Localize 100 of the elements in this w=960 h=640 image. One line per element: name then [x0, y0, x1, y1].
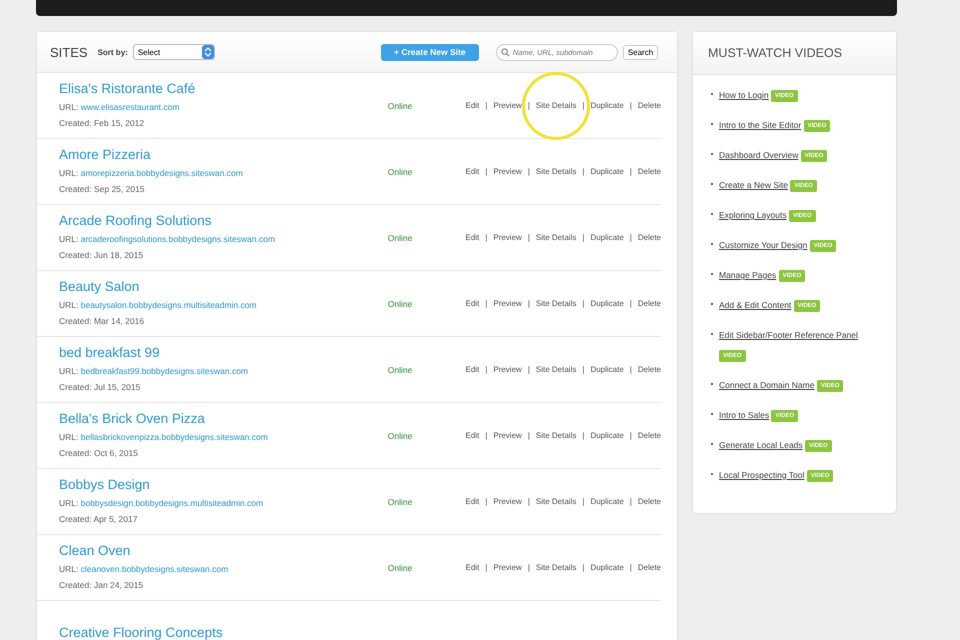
- separator: |: [528, 563, 530, 572]
- row-action-link[interactable]: Edit: [465, 563, 480, 572]
- site-url: URL: bedbreakfast99.bobbydesigns.siteswan.com: [59, 364, 250, 378]
- created-date: Created: Sep 25, 2015: [59, 182, 146, 196]
- row-action-link[interactable]: Site Details: [536, 167, 576, 176]
- video-link[interactable]: Intro to the Site Editor: [719, 120, 802, 130]
- row-action-link[interactable]: Edit: [465, 101, 480, 110]
- row-action-link[interactable]: Edit: [465, 233, 480, 242]
- separator: |: [582, 299, 584, 308]
- site-url: URL: bobbysdesign.bobbydesigns.multisiteadmin.com: [59, 496, 264, 510]
- row-action-link[interactable]: Delete: [638, 233, 661, 242]
- row-action-link[interactable]: Duplicate: [590, 233, 624, 242]
- row-action-link[interactable]: Edit: [465, 431, 480, 440]
- search-icon: [500, 48, 510, 56]
- status-text: Online: [388, 562, 414, 572]
- row-action-link[interactable]: Duplicate: [590, 299, 624, 308]
- status-text: Online: [388, 100, 414, 110]
- separator: |: [528, 365, 530, 374]
- separator: |: [630, 431, 632, 440]
- site-url: URL: beautysalon.bobbydesigns.multisiteadmin.com: [59, 298, 258, 312]
- created-date: Created: Jul 15, 2015: [59, 380, 142, 394]
- row-action-link[interactable]: Delete: [638, 365, 661, 374]
- row-action-link[interactable]: Delete: [638, 497, 661, 506]
- sort-label: Sort by:: [98, 48, 128, 56]
- separator: |: [528, 167, 530, 176]
- row-action-link[interactable]: Duplicate: [590, 497, 624, 506]
- created-date: Created: Oct 6, 2015: [59, 446, 139, 460]
- separator: |: [630, 365, 632, 374]
- video-link[interactable]: Add & Edit Content: [719, 300, 792, 310]
- row-action-link[interactable]: Site Details: [536, 497, 576, 506]
- video-link[interactable]: Dashboard Overview: [719, 150, 798, 160]
- separator: |: [485, 167, 488, 176]
- site-url: URL: bellasbrickovenpizza.bobbydesigns.siteswan.com: [59, 430, 269, 444]
- status-text: Online: [388, 496, 414, 506]
- row-action-link[interactable]: Duplicate: [590, 431, 624, 440]
- row-action-link[interactable]: Delete: [638, 431, 661, 440]
- row-action-link[interactable]: Site Details: [536, 365, 576, 374]
- video-link[interactable]: Create a New Site: [719, 180, 788, 190]
- created-date: Created: Feb 15, 2012: [59, 116, 146, 130]
- row-action-link[interactable]: Preview: [493, 233, 522, 242]
- row-action-link[interactable]: Edit: [465, 497, 480, 506]
- row-action-link[interactable]: Site Details: [536, 563, 576, 572]
- separator: |: [528, 431, 530, 440]
- status-text: Online: [388, 232, 414, 242]
- status-text: Online: [388, 166, 414, 176]
- separator: |: [528, 299, 530, 308]
- row-action-link[interactable]: Delete: [638, 167, 661, 176]
- video-link[interactable]: Customize Your Design: [719, 240, 808, 250]
- separator: |: [485, 365, 488, 374]
- row-action-link[interactable]: Preview: [493, 167, 522, 176]
- row-action-link[interactable]: Preview: [493, 431, 522, 440]
- created-date: Created: Mar 14, 2016: [59, 314, 146, 328]
- row-action-link[interactable]: Edit: [465, 365, 480, 374]
- row-action-link[interactable]: Site Details: [536, 233, 576, 242]
- row-action-link[interactable]: Duplicate: [590, 563, 624, 572]
- row-action-link[interactable]: Duplicate: [590, 167, 624, 176]
- created-date: Created: Jan 24, 2015: [59, 578, 144, 592]
- row-action-link[interactable]: Site Details: [536, 101, 576, 110]
- dropdown-arrows-icon: [202, 45, 214, 59]
- separator: |: [582, 431, 584, 440]
- separator: |: [630, 101, 632, 110]
- video-link[interactable]: Local Prospecting Tool: [719, 470, 804, 480]
- separator: |: [528, 233, 530, 242]
- panel-title: SITES: [50, 44, 88, 60]
- video-link[interactable]: Edit Sidebar/Footer Reference Panel: [719, 330, 858, 340]
- video-link[interactable]: Intro to Sales: [719, 410, 770, 420]
- row-action-link[interactable]: Site Details: [536, 299, 576, 308]
- row-action-link[interactable]: Preview: [493, 101, 522, 110]
- row-action-link[interactable]: Preview: [493, 563, 522, 572]
- row-action-link[interactable]: Edit: [465, 167, 480, 176]
- row-action-link[interactable]: Preview: [493, 365, 522, 374]
- video-link[interactable]: Manage Pages: [719, 270, 776, 280]
- row-action-link[interactable]: Delete: [638, 299, 661, 308]
- site-url: URL: arcaderoofingsolutions.bobbydesigns.siteswan.com: [59, 232, 276, 246]
- video-link[interactable]: Generate Local Leads: [719, 440, 803, 450]
- site-url: URL: www.elisasrestaurant.com: [59, 100, 180, 114]
- search-button[interactable]: Search: [622, 44, 658, 60]
- sort-dropdown[interactable]: Select: [132, 44, 215, 60]
- separator: |: [528, 101, 530, 110]
- row-action-link[interactable]: Delete: [638, 101, 661, 110]
- video-link[interactable]: Connect a Domain Name: [719, 380, 814, 390]
- separator: |: [630, 299, 632, 308]
- row-action-link[interactable]: Preview: [493, 497, 522, 506]
- separator: |: [582, 497, 584, 506]
- separator: |: [582, 167, 584, 176]
- row-action-link[interactable]: Edit: [465, 299, 480, 308]
- row-action-link[interactable]: Duplicate: [590, 365, 624, 374]
- row-action-link[interactable]: Preview: [493, 299, 522, 308]
- row-action-link[interactable]: Site Details: [536, 431, 576, 440]
- status-text: Online: [388, 364, 414, 374]
- video-link[interactable]: How to Login: [719, 90, 769, 100]
- separator: |: [582, 233, 584, 242]
- row-action-link[interactable]: Delete: [638, 563, 661, 572]
- separator: |: [582, 563, 584, 572]
- separator: |: [485, 431, 488, 440]
- row-action-link[interactable]: Duplicate: [590, 101, 624, 110]
- separator: |: [582, 101, 584, 110]
- video-link[interactable]: Exploring Layouts: [719, 210, 787, 220]
- separator: |: [485, 497, 488, 506]
- site-url: URL: amorepizzeria.bobbydesigns.siteswan.com: [59, 166, 244, 180]
